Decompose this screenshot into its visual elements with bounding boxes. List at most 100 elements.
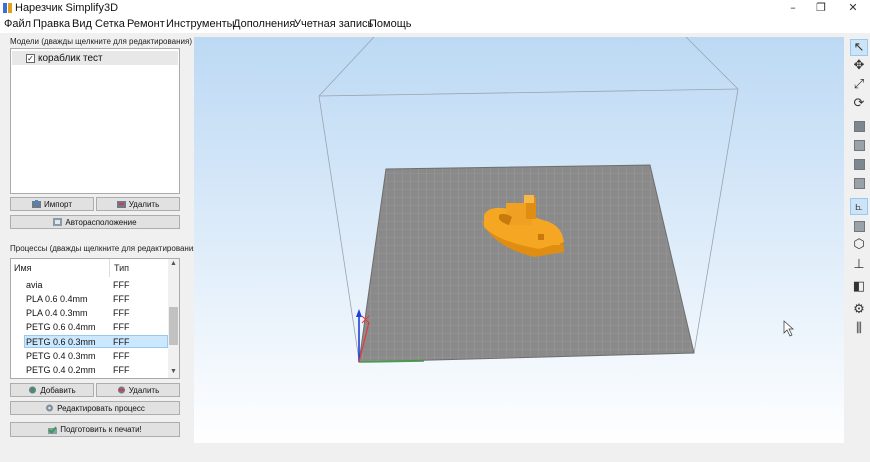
supports-icon: ⫼: [856, 321, 862, 336]
delete-icon: [116, 201, 126, 208]
process-type: FFF: [113, 322, 130, 332]
menu-edit[interactable]: Правка: [33, 18, 70, 30]
window-title: Нарезчик Simplify3D: [15, 2, 119, 14]
process-row[interactable]: avia FFF: [24, 279, 168, 292]
settings-button[interactable]: ⚙: [850, 301, 868, 318]
select-pointer-button[interactable]: ↖: [850, 39, 868, 56]
move-to-bed-button[interactable]: ⊥: [850, 256, 868, 273]
menu-bar: Файл Правка Вид Сетка Ремонт Инструменты…: [0, 17, 870, 33]
menu-addons[interactable]: Дополнения: [233, 18, 295, 30]
scrollbar-thumb[interactable]: [169, 307, 178, 345]
close-button[interactable]: ✕: [838, 0, 868, 17]
scale-button[interactable]: ⤢: [850, 76, 868, 93]
axes-toggle-icon: ⦜: [855, 199, 863, 214]
process-type: FFF: [113, 337, 130, 347]
move-icon: ✥: [853, 58, 865, 73]
solid-view-icon: [853, 221, 865, 232]
menu-file[interactable]: Файл: [4, 18, 31, 30]
process-row-selected[interactable]: PETG 0.6 0.3mm FFF: [24, 335, 168, 348]
process-row[interactable]: PETG 0.6 0.4mm FFF: [24, 321, 168, 334]
print-bed-grid: [358, 164, 695, 363]
settings-icon: ⚙: [853, 302, 865, 317]
delete-process-label: Удалить: [128, 385, 160, 395]
process-name: PETG 0.4 0.3mm: [26, 351, 96, 361]
process-name: PETG 0.6 0.3mm: [26, 337, 96, 347]
add-process-label: Добавить: [40, 385, 76, 395]
column-name-header[interactable]: Имя: [14, 263, 32, 273]
import-button[interactable]: Импорт: [10, 197, 94, 211]
prepare-to-print-button[interactable]: Подготовить к печати!: [10, 422, 180, 437]
solid-view-button[interactable]: [850, 218, 868, 235]
menu-view[interactable]: Вид: [72, 18, 92, 30]
supports-button[interactable]: ⫼: [850, 320, 868, 337]
prepare-print-label: Подготовить к печати!: [60, 425, 142, 434]
import-icon: [32, 200, 42, 208]
move-to-bed-icon: ⊥: [853, 257, 865, 272]
edit-process-icon: [46, 404, 54, 412]
view-top-icon: [853, 159, 865, 170]
process-row[interactable]: PLA 0.4 0.3mm FFF: [24, 307, 168, 320]
process-type: FFF: [113, 280, 130, 290]
process-type: FFF: [113, 308, 130, 318]
autoplace-icon: [53, 218, 63, 226]
wireframe-view-button[interactable]: ⬡: [850, 236, 868, 253]
process-row[interactable]: PETG 0.4 0.3mm FFF: [24, 350, 168, 363]
process-name: PLA 0.6 0.4mm: [26, 294, 88, 304]
wireframe-view-icon: ⬡: [853, 237, 865, 252]
view-toolbar: ↖ ✥ ⤢ ⟳ ⦜ ⬡ ⊥ ◧ ⚙ ⫼: [846, 37, 870, 337]
model-name: кораблик тест: [38, 53, 103, 64]
restore-button[interactable]: ❐: [806, 0, 836, 17]
menu-tools[interactable]: Инструменты: [166, 18, 235, 30]
processes-label: Процессы (дважды щелкните для редактиров…: [10, 244, 201, 253]
processes-scrollbar[interactable]: ▲ ▼: [168, 259, 179, 378]
app-logo-icon: [3, 3, 12, 13]
menu-help[interactable]: Помощь: [369, 18, 412, 30]
delete-model-button[interactable]: Удалить: [96, 197, 180, 211]
process-row[interactable]: PETG 0.4 0.2mm FFF: [24, 364, 168, 377]
3d-viewport[interactable]: [194, 37, 844, 443]
rotate-button[interactable]: ⟳: [850, 95, 868, 112]
add-process-icon: [29, 386, 37, 394]
simplify3d-window: Нарезчик Simplify3D – ❐ ✕ Файл Правка Ви…: [0, 0, 870, 462]
process-type: FFF: [113, 294, 130, 304]
axes-toggle-button[interactable]: ⦜: [850, 198, 868, 215]
rotate-icon: ⟳: [853, 96, 865, 111]
title-bar: Нарезчик Simplify3D – ❐ ✕: [0, 0, 870, 17]
minimize-button[interactable]: –: [778, 0, 808, 17]
model-visible-checkbox[interactable]: ✓: [26, 54, 35, 63]
menu-repair[interactable]: Ремонт: [127, 18, 165, 30]
scroll-up-arrow-icon[interactable]: ▲: [170, 260, 177, 267]
autoplace-label: Авторасположение: [65, 217, 137, 227]
scroll-down-arrow-icon[interactable]: ▼: [170, 368, 177, 375]
view-top-button[interactable]: [850, 156, 868, 173]
autoplace-button[interactable]: Авторасположение: [10, 215, 180, 229]
delete-process-button[interactable]: Удалить: [96, 383, 180, 397]
column-type-header[interactable]: Тип: [114, 263, 129, 273]
select-pointer-icon: ↖: [853, 40, 865, 55]
process-type: FFF: [113, 351, 130, 361]
process-name: avia: [26, 280, 43, 290]
view-front-button[interactable]: [850, 137, 868, 154]
delete-model-label: Удалить: [128, 199, 160, 209]
edit-process-button[interactable]: Редактировать процесс: [10, 401, 180, 415]
models-label: Модели (дважды щелкните для редактирован…: [10, 37, 192, 46]
menu-account[interactable]: Учетная запись: [294, 18, 373, 30]
prepare-print-icon: [48, 425, 58, 434]
menu-mesh[interactable]: Сетка: [95, 18, 125, 30]
import-label: Импорт: [44, 199, 72, 209]
add-process-button[interactable]: Добавить: [10, 383, 94, 397]
column-separator: [109, 259, 110, 277]
models-list[interactable]: [10, 48, 180, 194]
view-side-button[interactable]: [850, 175, 868, 192]
view-iso-button[interactable]: [850, 118, 868, 135]
scale-icon: ⤢: [853, 77, 865, 92]
view-side-icon: [853, 178, 865, 189]
view-iso-icon: [853, 121, 865, 132]
process-row[interactable]: PLA 0.6 0.4mm FFF: [24, 293, 168, 306]
process-name: PETG 0.6 0.4mm: [26, 322, 96, 332]
cross-section-button[interactable]: ◧: [850, 278, 868, 295]
process-name: PLA 0.4 0.3mm: [26, 308, 88, 318]
process-name: PETG 0.4 0.2mm: [26, 365, 96, 375]
move-button[interactable]: ✥: [850, 57, 868, 74]
process-type: FFF: [113, 365, 130, 375]
